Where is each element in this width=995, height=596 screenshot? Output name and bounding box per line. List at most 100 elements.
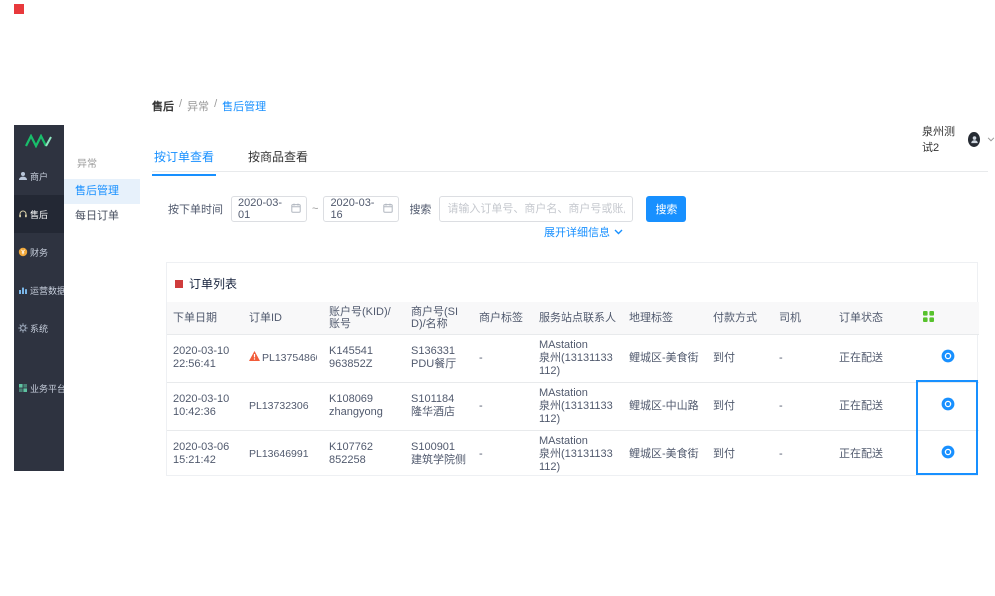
search-input[interactable] (439, 196, 633, 222)
merchant-name: PDU餐厅 (411, 358, 467, 371)
table-row: 2020-03-10 22:56:41 PL13754860 K145541 9… (167, 334, 979, 382)
calendar-icon (383, 203, 393, 216)
cell-payment: 到付 (707, 430, 773, 478)
breadcrumb-separator: / (214, 98, 217, 114)
header-payment: 付款方式 (707, 302, 773, 334)
column-config-icon[interactable] (923, 311, 934, 322)
platform-grid-icon (18, 383, 28, 393)
track-order-icon[interactable] (941, 397, 955, 411)
order-list-card: 订单列表 下单日期 订单ID 账户号(KID)/账号 商户号(SID)/名称 商… (166, 262, 978, 476)
table-header-row: 下单日期 订单ID 账户号(KID)/账号 商户号(SID)/名称 商户标签 服… (167, 302, 979, 334)
cell-actions (917, 430, 979, 478)
cell-status: 正在配送 (833, 382, 917, 430)
cell-account: K145541 963852Z (323, 334, 405, 382)
cell-geo-tag: 鲤城区-美食街 (623, 334, 707, 382)
warning-icon (249, 351, 260, 365)
breadcrumb-item-current[interactable]: 售后管理 (222, 98, 266, 114)
track-order-icon[interactable] (941, 349, 955, 363)
sidebar-item-after-sales[interactable]: 售后 (14, 195, 64, 233)
sidebar-item-system[interactable]: 系统 (14, 309, 64, 347)
merchant-sid: S136331 (411, 345, 467, 358)
cell-merchant: S100901 建筑学院侧 (405, 430, 473, 478)
order-id-text: PL13646991 (249, 448, 309, 461)
date-range-separator: ~ (312, 203, 318, 215)
sidebar-item-label: 系统 (30, 322, 48, 335)
header-station-contact: 服务站点联系人 (533, 302, 623, 334)
calendar-icon (291, 203, 301, 216)
station-contact: 泉州(13131133112) (539, 352, 617, 378)
sidebar-item-business-platform[interactable]: 业务平台 (14, 369, 64, 407)
cell-payment: 到付 (707, 382, 773, 430)
account-name: zhangyong (329, 406, 399, 419)
account-kid: K145541 (329, 345, 399, 358)
station-name: MAstation (539, 387, 617, 400)
sidebar-item-merchant[interactable]: 商户 (14, 157, 64, 195)
cell-payment: 到付 (707, 334, 773, 382)
cell-driver: - (773, 334, 833, 382)
cell-geo-tag: 鲤城区-中山路 (623, 382, 707, 430)
cell-driver: - (773, 430, 833, 478)
chevron-down-icon (987, 133, 995, 145)
sidebar-item-label: 财务 (30, 246, 48, 259)
breadcrumb-item[interactable]: 售后 (152, 98, 174, 114)
tabs-divider (152, 171, 988, 172)
table-row: 2020-03-10 10:42:36 PL13732306 K108069 z… (167, 382, 979, 430)
station-name: MAstation (539, 435, 617, 448)
title-square-icon (175, 280, 183, 288)
sidebar-item-finance[interactable]: 财务 (14, 233, 64, 271)
sidebar-item-operations-data[interactable]: 运营数据 (14, 271, 64, 309)
cell-order-id: PL13754860 (243, 334, 323, 382)
operations-chart-icon (18, 285, 28, 295)
table-row: 2020-03-06 15:21:42 PL13646991 K107762 8… (167, 430, 979, 478)
cell-merchant: S136331 PDU餐厅 (405, 334, 473, 382)
station-contact: 泉州(13131133112) (539, 400, 617, 426)
breadcrumb-item[interactable]: 异常 (187, 98, 209, 114)
header-driver: 司机 (773, 302, 833, 334)
finance-coin-icon (18, 247, 28, 257)
header-order-date: 下单日期 (167, 302, 243, 334)
cell-merchant: S101184 隆华酒店 (405, 382, 473, 430)
cell-order-id: PL13646991 (243, 430, 323, 478)
sidebar-item-label: 运营数据 (30, 284, 66, 297)
user-name: 泉州测试2 (922, 123, 961, 155)
avatar[interactable] (968, 132, 980, 147)
merchant-name: 隆华酒店 (411, 406, 467, 419)
header-actions (917, 302, 979, 334)
search-button[interactable]: 搜索 (646, 196, 686, 222)
cell-order-id: PL13732306 (243, 382, 323, 430)
submenu-item-after-sales-management[interactable]: 售后管理 (64, 179, 140, 204)
order-list-title-text: 订单列表 (189, 275, 237, 292)
user-menu[interactable]: 泉州测试2 (922, 123, 995, 155)
cell-actions (917, 382, 979, 430)
expand-details-label: 展开详细信息 (544, 224, 610, 240)
cell-station-contact: MAstation 泉州(13131133112) (533, 430, 623, 478)
cell-station-contact: MAstation 泉州(13131133112) (533, 382, 623, 430)
account-name: 963852Z (329, 358, 399, 371)
filter-bar: 按下单时间 2020-03-01 ~ 2020-03-16 搜索 搜索 (168, 196, 686, 222)
secondary-sidebar: 异常 售后管理 每日订单 (64, 125, 140, 471)
primary-sidebar: 商户 售后 财务 运营数据 系统 (14, 125, 64, 471)
cell-merchant-tag: - (473, 430, 533, 478)
submenu-item-daily-orders[interactable]: 每日订单 (64, 204, 140, 229)
account-kid: K108069 (329, 393, 399, 406)
cell-status: 正在配送 (833, 334, 917, 382)
header-status: 订单状态 (833, 302, 917, 334)
header-merchant: 商户号(SID)/名称 (405, 302, 473, 334)
header-account: 账户号(KID)/账号 (323, 302, 405, 334)
cell-order-date: 2020-03-10 22:56:41 (167, 334, 243, 382)
merchant-sid: S100901 (411, 441, 467, 454)
cell-station-contact: MAstation 泉州(13131133112) (533, 334, 623, 382)
cell-order-date: 2020-03-06 15:21:42 (167, 430, 243, 478)
date-to-input[interactable]: 2020-03-16 (323, 196, 399, 222)
expand-details-link[interactable]: 展开详细信息 (544, 224, 623, 240)
merchant-sid: S101184 (411, 393, 467, 406)
station-contact: 泉州(13131133112) (539, 448, 617, 474)
cell-actions (917, 334, 979, 382)
sidebar-item-label: 业务平台 (30, 382, 66, 395)
track-order-icon[interactable] (941, 445, 955, 459)
order-time-label: 按下单时间 (168, 201, 223, 217)
date-from-input[interactable]: 2020-03-01 (231, 196, 307, 222)
sidebar-item-label: 售后 (30, 208, 48, 221)
chevron-down-icon (614, 226, 623, 238)
after-sales-icon (18, 209, 28, 219)
